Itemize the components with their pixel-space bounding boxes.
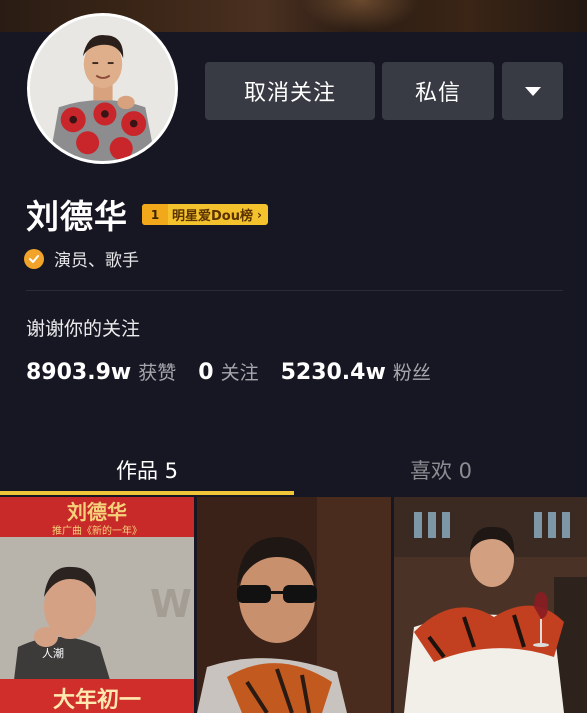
profile-stats: 8903.9w 获赞 0 关注 5230.4w 粉丝: [26, 358, 453, 385]
svg-text:W: W: [150, 582, 192, 626]
chevron-right-icon: ›: [256, 207, 262, 222]
avatar-image: [30, 16, 175, 161]
rank-badge[interactable]: 1 明星爱Dou榜 ›: [142, 204, 268, 225]
video-bottom-text: 大年初一: [53, 687, 141, 713]
video-thumbnail[interactable]: [197, 497, 391, 713]
more-options-button[interactable]: [502, 62, 563, 120]
stat-likes[interactable]: 8903.9w 获赞: [26, 358, 176, 385]
video-thumbnail[interactable]: 刘德华 推广曲《新的一年》 W 人潮 大年初一: [0, 497, 194, 713]
unfollow-button[interactable]: 取消关注: [205, 62, 375, 120]
tab-works[interactable]: 作品 5: [0, 442, 294, 497]
stat-value: 5230.4w: [280, 360, 386, 385]
video-title-text: 刘德华: [67, 500, 127, 524]
video-tag-text: 人潮: [42, 646, 64, 660]
verified-check-icon: [24, 248, 44, 269]
video-grid: 刘德华 推广曲《新的一年》 W 人潮 大年初一: [0, 497, 587, 713]
stat-following[interactable]: 0 关注: [198, 358, 258, 385]
avatar[interactable]: [27, 13, 178, 164]
active-tab-indicator: [0, 491, 294, 495]
content-tabs: 作品 5 喜欢 0: [0, 442, 587, 497]
rank-number: 1: [142, 204, 168, 225]
caret-down-icon: [524, 86, 541, 96]
message-button[interactable]: 私信: [382, 62, 494, 120]
profile-bio: 谢谢你的关注: [26, 318, 141, 340]
stat-value: 8903.9w: [26, 360, 132, 385]
video-thumbnail-image: [394, 497, 587, 713]
tab-likes[interactable]: 喜欢 0: [294, 442, 587, 497]
profile-name: 刘德华: [26, 197, 128, 236]
verification-text: 演员、歌手: [54, 251, 139, 271]
rank-label: 明星爱Dou榜: [172, 209, 253, 224]
stat-label: 获赞: [138, 362, 177, 384]
stat-value: 0: [198, 360, 214, 385]
verification-row: 演员、歌手: [24, 246, 139, 271]
profile-page: 取消关注 私信 刘德华 1 明星爱Dou榜 › 演员、歌手 谢谢你的关注 890…: [0, 0, 587, 713]
video-thumbnail-image: 刘德华 推广曲《新的一年》 W 人潮 大年初一: [0, 497, 194, 713]
video-thumbnail[interactable]: [394, 497, 587, 713]
stat-label: 关注: [220, 362, 259, 384]
stat-followers[interactable]: 5230.4w 粉丝: [281, 358, 431, 385]
divider: [26, 290, 563, 291]
video-subtitle-text: 推广曲《新的一年》: [52, 524, 142, 537]
video-thumbnail-image: [197, 497, 391, 713]
stat-label: 粉丝: [392, 362, 431, 384]
